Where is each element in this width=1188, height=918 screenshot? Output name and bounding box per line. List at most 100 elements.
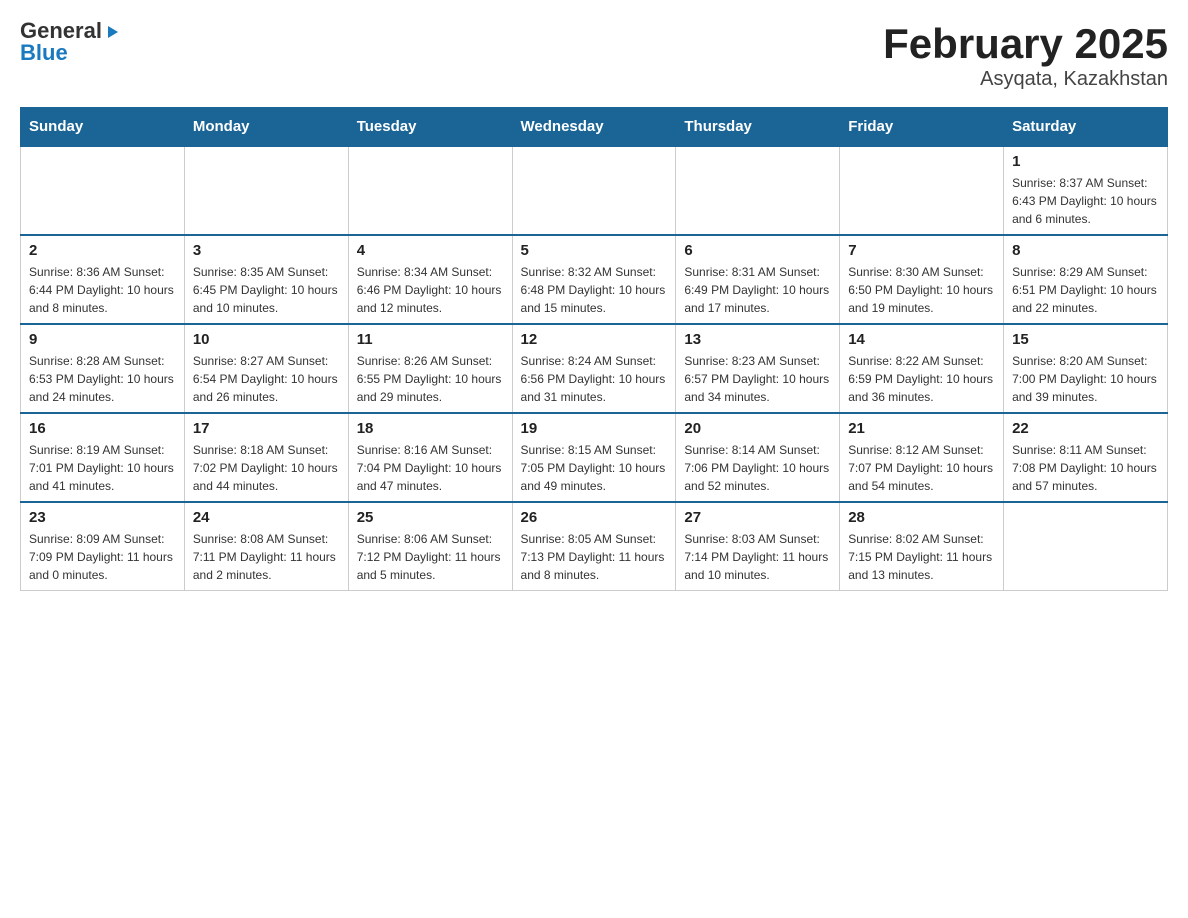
day-info: Sunrise: 8:28 AM Sunset: 6:53 PM Dayligh… [29, 352, 176, 406]
day-number: 16 [29, 420, 176, 437]
calendar-cell: 23Sunrise: 8:09 AM Sunset: 7:09 PM Dayli… [21, 502, 185, 591]
day-number: 14 [848, 331, 995, 348]
calendar-cell [348, 146, 512, 235]
day-number: 19 [521, 420, 668, 437]
calendar-cell: 6 Sunrise: 8:31 AM Sunset: 6:49 PM Daylig… [676, 235, 840, 324]
calendar-cell: 16 Sunrise: 8:19 AM Sunset: 7:01 PM Dayli… [21, 413, 185, 502]
calendar-cell: 7Sunrise: 8:30 AM Sunset: 6:50 PM Daylig… [840, 235, 1004, 324]
calendar-week-1: 1 Sunrise: 8:37 AM Sunset: 6:43 PM Daylig… [21, 146, 1168, 235]
day-info: Sunrise: 8:05 AM Sunset: 7:13 PM Dayligh… [521, 530, 668, 584]
calendar-cell: 22Sunrise: 8:11 AM Sunset: 7:08 PM Dayli… [1004, 413, 1168, 502]
calendar-cell: 9 Sunrise: 8:28 AM Sunset: 6:53 PM Daylig… [21, 324, 185, 413]
calendar-cell: 3 Sunrise: 8:35 AM Sunset: 6:45 PM Daylig… [184, 235, 348, 324]
title-block: February 2025 Asyqata, Kazakhstan [883, 20, 1168, 91]
calendar-cell [21, 146, 185, 235]
logo-general: General [20, 20, 102, 42]
day-number: 12 [521, 331, 668, 348]
calendar-cell: 28 Sunrise: 8:02 AM Sunset: 7:15 PM Dayli… [840, 502, 1004, 591]
location: Asyqata, Kazakhstan [883, 68, 1168, 91]
day-number: 9 [29, 331, 176, 348]
weekday-saturday: Saturday [1004, 108, 1168, 147]
day-number: 18 [357, 420, 504, 437]
calendar-cell: 21 Sunrise: 8:12 AM Sunset: 7:07 PM Dayli… [840, 413, 1004, 502]
calendar-cell: 18 Sunrise: 8:16 AM Sunset: 7:04 PM Dayli… [348, 413, 512, 502]
day-number: 7 [848, 242, 995, 259]
day-number: 13 [684, 331, 831, 348]
day-info: Sunrise: 8:20 AM Sunset: 7:00 PM Dayligh… [1012, 352, 1159, 406]
day-number: 5 [521, 242, 668, 259]
page-header: General Blue February 2025 Asyqata, Kaza… [20, 20, 1168, 91]
day-number: 20 [684, 420, 831, 437]
day-number: 8 [1012, 242, 1159, 259]
day-info: Sunrise: 8:09 AM Sunset: 7:09 PM Dayligh… [29, 530, 176, 584]
weekday-monday: Monday [184, 108, 348, 147]
calendar-cell: 11Sunrise: 8:26 AM Sunset: 6:55 PM Dayli… [348, 324, 512, 413]
calendar-cell: 27Sunrise: 8:03 AM Sunset: 7:14 PM Dayli… [676, 502, 840, 591]
day-info: Sunrise: 8:02 AM Sunset: 7:15 PM Dayligh… [848, 530, 995, 584]
calendar-cell: 8 Sunrise: 8:29 AM Sunset: 6:51 PM Daylig… [1004, 235, 1168, 324]
day-info: Sunrise: 8:37 AM Sunset: 6:43 PM Dayligh… [1012, 174, 1159, 228]
calendar-cell [1004, 502, 1168, 591]
calendar-cell: 26 Sunrise: 8:05 AM Sunset: 7:13 PM Dayli… [512, 502, 676, 591]
calendar-cell: 19 Sunrise: 8:15 AM Sunset: 7:05 PM Dayli… [512, 413, 676, 502]
calendar-cell: 2Sunrise: 8:36 AM Sunset: 6:44 PM Daylig… [21, 235, 185, 324]
weekday-wednesday: Wednesday [512, 108, 676, 147]
calendar-header: SundayMondayTuesdayWednesdayThursdayFrid… [21, 108, 1168, 147]
calendar-week-5: 23Sunrise: 8:09 AM Sunset: 7:09 PM Dayli… [21, 502, 1168, 591]
day-info: Sunrise: 8:15 AM Sunset: 7:05 PM Dayligh… [521, 441, 668, 495]
day-number: 3 [193, 242, 340, 259]
calendar-week-2: 2Sunrise: 8:36 AM Sunset: 6:44 PM Daylig… [21, 235, 1168, 324]
day-number: 21 [848, 420, 995, 437]
day-info: Sunrise: 8:19 AM Sunset: 7:01 PM Dayligh… [29, 441, 176, 495]
day-number: 27 [684, 509, 831, 526]
calendar-cell: 12 Sunrise: 8:24 AM Sunset: 6:56 PM Dayli… [512, 324, 676, 413]
day-info: Sunrise: 8:32 AM Sunset: 6:48 PM Dayligh… [521, 263, 668, 317]
day-number: 24 [193, 509, 340, 526]
day-info: Sunrise: 8:08 AM Sunset: 7:11 PM Dayligh… [193, 530, 340, 584]
calendar-week-4: 16 Sunrise: 8:19 AM Sunset: 7:01 PM Dayli… [21, 413, 1168, 502]
day-info: Sunrise: 8:23 AM Sunset: 6:57 PM Dayligh… [684, 352, 831, 406]
calendar-cell [840, 146, 1004, 235]
month-title: February 2025 [883, 20, 1168, 68]
calendar-cell: 13 Sunrise: 8:23 AM Sunset: 6:57 PM Dayli… [676, 324, 840, 413]
calendar-cell [512, 146, 676, 235]
calendar-cell: 15Sunrise: 8:20 AM Sunset: 7:00 PM Dayli… [1004, 324, 1168, 413]
day-number: 6 [684, 242, 831, 259]
logo-blue: Blue [20, 42, 68, 64]
calendar-cell: 24 Sunrise: 8:08 AM Sunset: 7:11 PM Dayli… [184, 502, 348, 591]
day-info: Sunrise: 8:18 AM Sunset: 7:02 PM Dayligh… [193, 441, 340, 495]
calendar-table: SundayMondayTuesdayWednesdayThursdayFrid… [20, 107, 1168, 591]
day-number: 1 [1012, 153, 1159, 170]
day-info: Sunrise: 8:24 AM Sunset: 6:56 PM Dayligh… [521, 352, 668, 406]
day-number: 28 [848, 509, 995, 526]
calendar-cell: 25Sunrise: 8:06 AM Sunset: 7:12 PM Dayli… [348, 502, 512, 591]
day-info: Sunrise: 8:31 AM Sunset: 6:49 PM Dayligh… [684, 263, 831, 317]
day-info: Sunrise: 8:26 AM Sunset: 6:55 PM Dayligh… [357, 352, 504, 406]
day-info: Sunrise: 8:27 AM Sunset: 6:54 PM Dayligh… [193, 352, 340, 406]
calendar-week-3: 9 Sunrise: 8:28 AM Sunset: 6:53 PM Daylig… [21, 324, 1168, 413]
calendar-cell: 4Sunrise: 8:34 AM Sunset: 6:46 PM Daylig… [348, 235, 512, 324]
weekday-thursday: Thursday [676, 108, 840, 147]
day-info: Sunrise: 8:35 AM Sunset: 6:45 PM Dayligh… [193, 263, 340, 317]
weekday-tuesday: Tuesday [348, 108, 512, 147]
weekday-friday: Friday [840, 108, 1004, 147]
calendar-cell: 5 Sunrise: 8:32 AM Sunset: 6:48 PM Daylig… [512, 235, 676, 324]
day-info: Sunrise: 8:12 AM Sunset: 7:07 PM Dayligh… [848, 441, 995, 495]
calendar-cell [676, 146, 840, 235]
day-number: 2 [29, 242, 176, 259]
day-number: 4 [357, 242, 504, 259]
logo-triangle-icon [104, 23, 122, 41]
day-number: 26 [521, 509, 668, 526]
day-info: Sunrise: 8:29 AM Sunset: 6:51 PM Dayligh… [1012, 263, 1159, 317]
day-number: 22 [1012, 420, 1159, 437]
weekday-header-row: SundayMondayTuesdayWednesdayThursdayFrid… [21, 108, 1168, 147]
day-info: Sunrise: 8:16 AM Sunset: 7:04 PM Dayligh… [357, 441, 504, 495]
calendar-cell [184, 146, 348, 235]
calendar-cell: 1 Sunrise: 8:37 AM Sunset: 6:43 PM Daylig… [1004, 146, 1168, 235]
logo: General Blue [20, 20, 122, 64]
calendar-body: 1 Sunrise: 8:37 AM Sunset: 6:43 PM Daylig… [21, 146, 1168, 591]
calendar-cell: 20 Sunrise: 8:14 AM Sunset: 7:06 PM Dayli… [676, 413, 840, 502]
day-info: Sunrise: 8:06 AM Sunset: 7:12 PM Dayligh… [357, 530, 504, 584]
day-number: 17 [193, 420, 340, 437]
day-info: Sunrise: 8:14 AM Sunset: 7:06 PM Dayligh… [684, 441, 831, 495]
